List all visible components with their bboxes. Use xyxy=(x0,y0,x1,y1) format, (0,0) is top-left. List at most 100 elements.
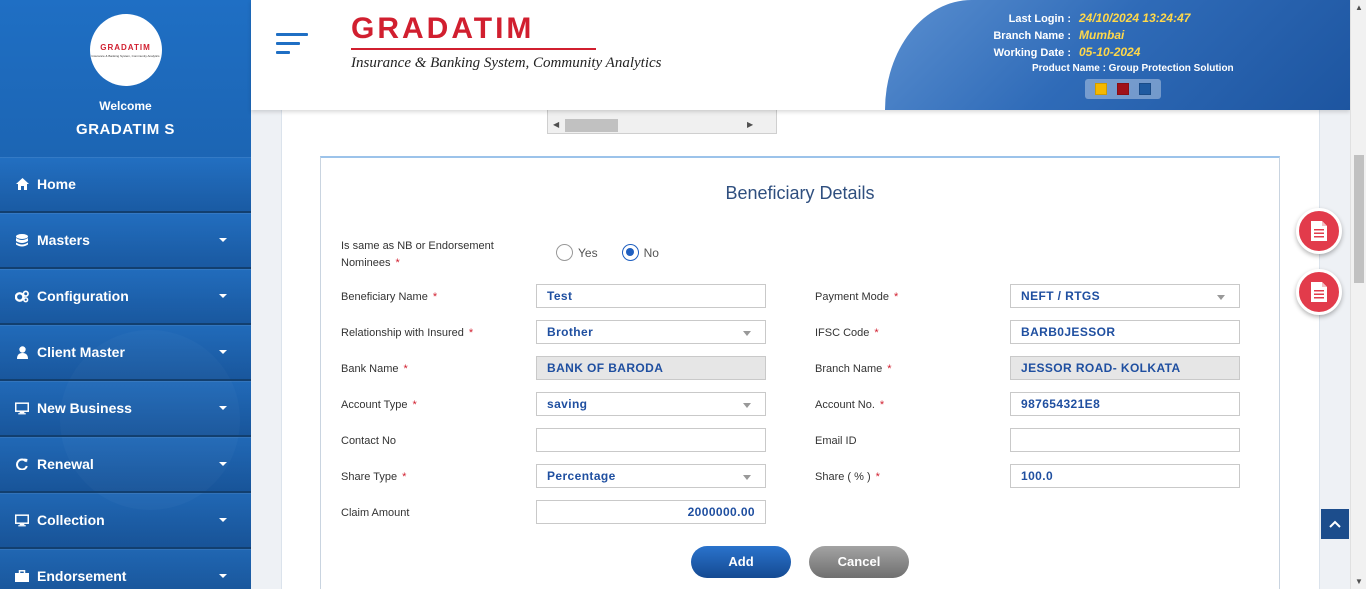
share-percent-label-text: Share ( % ) xyxy=(815,471,871,483)
main-content: ▼ ◀ ▶ Beneficiary Details Is same as NB … xyxy=(251,110,1350,589)
sidebar-item-client-master[interactable]: Client Master xyxy=(0,325,251,381)
account-type-select[interactable]: saving xyxy=(536,392,766,416)
bank-name-input: BANK OF BARODA xyxy=(536,356,766,380)
last-login-label: Last Login : xyxy=(1008,13,1071,25)
payment-mode-label: Payment Mode * xyxy=(815,291,898,303)
claim-amount-input[interactable]: 2000000.00 xyxy=(536,500,766,524)
cancel-button[interactable]: Cancel xyxy=(809,546,909,578)
page-scrollbar[interactable]: ▲ ▼ xyxy=(1350,0,1366,589)
same-as-nb-label: Is same as NB or Endorsement Nominees * xyxy=(341,238,494,272)
ifsc-code-label: IFSC Code * xyxy=(815,327,879,339)
scroll-down-arrow-icon[interactable]: ▼ xyxy=(1355,577,1363,586)
top-header: GRADATIM Insurance & Banking System, Com… xyxy=(251,0,1350,110)
bank-name-label: Bank Name * xyxy=(341,363,408,375)
share-percent-input[interactable]: 100.0 xyxy=(1010,464,1240,488)
account-no-label-text: Account No. xyxy=(815,399,875,411)
branch-name-label-text: Branch Name xyxy=(815,363,883,375)
contact-no-label: Contact No xyxy=(341,435,397,447)
sidebar-item-new-business[interactable]: New Business xyxy=(0,381,251,437)
briefcase-icon xyxy=(15,569,29,583)
branch-value: Mumbai xyxy=(1079,28,1125,42)
vertical-scroll-thumb[interactable] xyxy=(1354,155,1364,283)
branch-name-label: Branch Name * xyxy=(815,363,892,375)
yes-radio-label: Yes xyxy=(578,245,598,260)
session-info-panel: Last Login : 24/10/2024 13:24:47 Branch N… xyxy=(885,0,1350,110)
sidebar-item-label: Configuration xyxy=(37,288,129,304)
sidebar-item-configuration[interactable]: Configuration xyxy=(0,269,251,325)
database-icon xyxy=(15,233,29,247)
theme-swatch-red[interactable] xyxy=(1117,83,1129,95)
chevron-down-icon xyxy=(219,294,227,298)
email-id-input[interactable] xyxy=(1010,428,1240,452)
logo-wordmark: GRADATIM xyxy=(351,12,596,50)
sidebar-item-endorsement[interactable]: Endorsement xyxy=(0,549,251,589)
logo-tagline: Insurance & Banking System, Community An… xyxy=(351,55,662,71)
required-mark: * xyxy=(468,327,474,339)
no-radio[interactable] xyxy=(621,244,639,261)
account-no-label: Account No. * xyxy=(815,399,884,411)
scroll-down-arrow-icon[interactable]: ▼ xyxy=(765,110,773,112)
chevron-down-icon xyxy=(219,518,227,522)
payment-mode-select[interactable]: NEFT / RTGS xyxy=(1010,284,1240,308)
required-mark: * xyxy=(432,291,438,303)
branch-label: Branch Name : xyxy=(993,30,1071,42)
scroll-up-arrow-icon[interactable]: ▲ xyxy=(1355,3,1363,12)
welcome-text: Welcome xyxy=(99,99,152,113)
scroll-to-top-button[interactable] xyxy=(1321,509,1349,539)
menu-toggle-icon[interactable] xyxy=(276,33,310,59)
theme-swatch-yellow[interactable] xyxy=(1095,83,1107,95)
required-mark: * xyxy=(403,363,408,375)
working-date-value: 05-10-2024 xyxy=(1079,45,1141,59)
share-type-select[interactable]: Percentage xyxy=(536,464,766,488)
horizontal-scroll-thumb[interactable] xyxy=(565,119,618,132)
theme-switcher xyxy=(1085,79,1161,99)
account-no-input[interactable]: 987654321E8 xyxy=(1010,392,1240,416)
account-type-label: Account Type * xyxy=(341,399,417,411)
document-icon[interactable] xyxy=(1296,208,1342,254)
required-mark: * xyxy=(887,363,892,375)
last-login-value: 24/10/2024 13:24:47 xyxy=(1079,11,1191,25)
scroll-left-arrow-icon[interactable]: ◀ xyxy=(553,120,559,129)
required-mark: * xyxy=(879,399,885,411)
chevron-down-icon xyxy=(219,238,227,242)
working-date: Working Date : 05-10-2024 xyxy=(951,45,1141,59)
sidebar-item-label: Masters xyxy=(37,232,90,248)
share-type-label: Share Type * xyxy=(341,471,406,483)
avatar-tagline: Insurance & Banking System, Community An… xyxy=(91,53,160,58)
beneficiary-name-input[interactable]: Test xyxy=(536,284,766,308)
beneficiary-details-card: Beneficiary Details Is same as NB or End… xyxy=(320,156,1280,589)
chevron-up-icon xyxy=(1329,520,1341,528)
required-mark: * xyxy=(875,471,880,483)
inner-scroll-area[interactable]: ▼ ◀ ▶ xyxy=(547,110,777,134)
username: GRADATIM S xyxy=(76,121,175,138)
document-icon[interactable] xyxy=(1296,269,1342,315)
relationship-label-text: Relationship with Insured xyxy=(341,327,464,339)
sidebar-item-label: Client Master xyxy=(37,344,125,360)
user-icon xyxy=(15,345,29,359)
scroll-right-arrow-icon[interactable]: ▶ xyxy=(747,120,753,129)
beneficiary-name-label-text: Beneficiary Name xyxy=(341,291,428,303)
sidebar-item-label: Home xyxy=(37,176,76,192)
ifsc-code-input[interactable]: BARB0JESSOR xyxy=(1010,320,1240,344)
claim-amount-label: Claim Amount xyxy=(341,507,410,519)
ifsc-code-label-text: IFSC Code xyxy=(815,327,870,339)
relationship-select[interactable]: Brother xyxy=(536,320,766,344)
yes-radio[interactable] xyxy=(556,244,573,261)
sidebar-item-masters[interactable]: Masters xyxy=(0,213,251,269)
add-button[interactable]: Add xyxy=(691,546,791,578)
sidebar-item-label: New Business xyxy=(37,400,132,416)
refresh-icon xyxy=(15,457,29,471)
monitor-icon xyxy=(15,513,29,527)
app-logo: GRADATIM Insurance & Banking System, Com… xyxy=(351,12,662,84)
sidebar-menu: Home Masters Configuration Client Master xyxy=(0,157,251,589)
sidebar-item-label: Collection xyxy=(37,512,105,528)
sidebar-item-collection[interactable]: Collection xyxy=(0,493,251,549)
same-as-nb-label-line2: Nominees xyxy=(341,257,391,269)
relationship-label: Relationship with Insured * xyxy=(341,327,473,339)
theme-swatch-blue[interactable] xyxy=(1139,83,1151,95)
contact-no-input[interactable] xyxy=(536,428,766,452)
monitor-icon xyxy=(15,401,29,415)
share-percent-label: Share ( % ) * xyxy=(815,471,880,483)
sidebar-item-renewal[interactable]: Renewal xyxy=(0,437,251,493)
sidebar-item-home[interactable]: Home xyxy=(0,157,251,213)
